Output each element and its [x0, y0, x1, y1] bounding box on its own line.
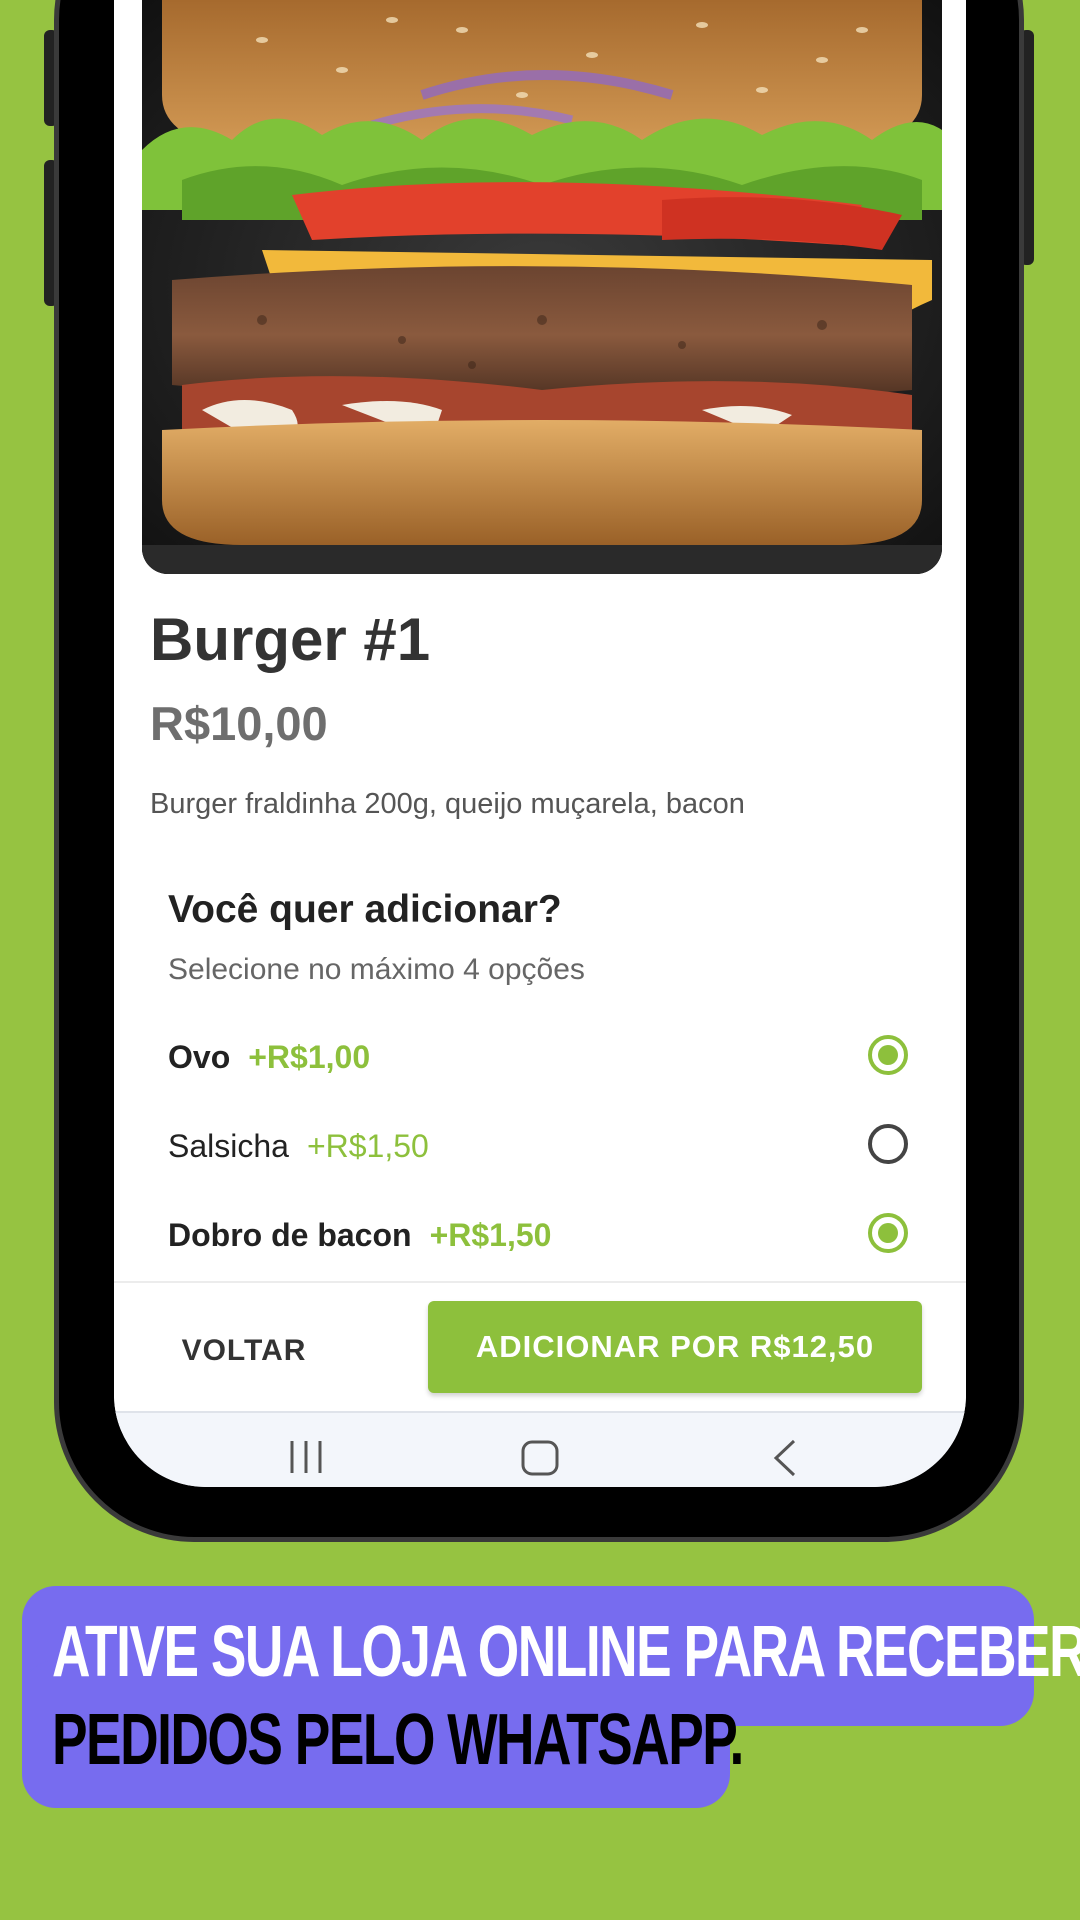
addon-option-price: +R$1,50: [306, 1127, 429, 1164]
addon-option-name: Dobro de bacon: [168, 1216, 412, 1253]
addon-option-dobro-de-bacon[interactable]: Dobro de bacon +R$1,50: [168, 1205, 908, 1265]
addons-title: Você quer adicionar?: [168, 888, 562, 931]
radio-unchecked-icon[interactable]: [868, 1124, 908, 1164]
product-price: R$10,00: [150, 697, 328, 750]
action-bar: VOLTAR ADICIONAR POR R$12,50: [114, 1281, 966, 1413]
addon-option-name: Salsicha: [168, 1127, 289, 1164]
product-image: [142, 0, 942, 574]
recent-apps-icon[interactable]: [286, 1439, 326, 1475]
addon-option-name: Ovo: [168, 1038, 231, 1075]
home-icon[interactable]: [520, 1439, 560, 1477]
addon-option-ovo[interactable]: Ovo +R$1,00: [168, 1027, 908, 1087]
addon-option-price: +R$1,00: [248, 1038, 371, 1075]
add-to-cart-button[interactable]: ADICIONAR POR R$12,50: [428, 1301, 922, 1393]
banner-headline-line2: PEDIDOS PELO WHATSAPP.: [52, 1700, 744, 1780]
banner-headline-line1: ATIVE SUA LOJA ONLINE PARA RECEBER: [52, 1612, 1080, 1692]
back-button[interactable]: VOLTAR: [154, 1307, 334, 1395]
phone-screen: Burger #1 R$10,00 Burger fraldinha 200g,…: [114, 0, 966, 1487]
addon-option-salsicha[interactable]: Salsicha +R$1,50: [168, 1116, 908, 1176]
radio-checked-icon[interactable]: [868, 1213, 908, 1253]
addon-option-price: +R$1,50: [429, 1216, 552, 1253]
product-description: Burger fraldinha 200g, queijo muçarela, …: [150, 788, 745, 820]
radio-checked-icon[interactable]: [868, 1035, 908, 1075]
system-nav-bar: [114, 1411, 966, 1487]
addons-subtitle: Selecione no máximo 4 opções: [168, 953, 585, 986]
back-icon[interactable]: [770, 1439, 800, 1477]
product-title: Burger #1: [150, 606, 431, 673]
